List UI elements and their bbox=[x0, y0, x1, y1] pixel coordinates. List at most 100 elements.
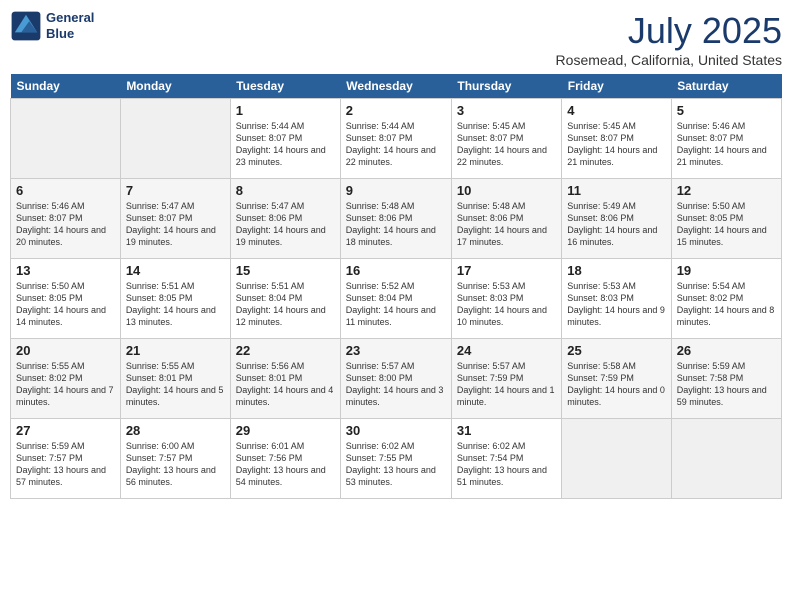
day-number: 11 bbox=[567, 183, 665, 198]
cell-content: Sunrise: 5:51 AM Sunset: 8:04 PM Dayligh… bbox=[236, 280, 335, 329]
calendar-cell: 1Sunrise: 5:44 AM Sunset: 8:07 PM Daylig… bbox=[230, 99, 340, 179]
day-number: 2 bbox=[346, 103, 446, 118]
logo-line1: General bbox=[46, 10, 94, 25]
calendar-cell: 13Sunrise: 5:50 AM Sunset: 8:05 PM Dayli… bbox=[11, 259, 121, 339]
day-number: 3 bbox=[457, 103, 556, 118]
calendar-cell: 19 Sunrise: 5:54 AM Sunset: 8:02 PM Dayli… bbox=[671, 259, 781, 339]
calendar-cell: 30 Sunrise: 6:02 AM Sunset: 7:55 PM Dayli… bbox=[340, 419, 451, 499]
cell-content: Sunrise: 5:44 AM Sunset: 8:07 PM Dayligh… bbox=[346, 120, 446, 169]
day-number: 26 bbox=[677, 343, 776, 358]
week-row-5: 27 Sunrise: 5:59 AM Sunset: 7:57 PM Dayli… bbox=[11, 419, 782, 499]
calendar-cell: 23Sunrise: 5:57 AM Sunset: 8:00 PM Dayli… bbox=[340, 339, 451, 419]
calendar-cell bbox=[562, 419, 671, 499]
location-title: Rosemead, California, United States bbox=[556, 52, 782, 68]
calendar-cell: 17 Sunrise: 5:53 AM Sunset: 8:03 PM Dayli… bbox=[451, 259, 561, 339]
day-number: 10 bbox=[457, 183, 556, 198]
calendar-cell: 5Sunrise: 5:46 AM Sunset: 8:07 PM Daylig… bbox=[671, 99, 781, 179]
cell-content: Sunrise: 5:54 AM Sunset: 8:02 PM Dayligh… bbox=[677, 280, 776, 329]
calendar-cell: 21 Sunrise: 5:55 AM Sunset: 8:01 PM Dayli… bbox=[120, 339, 230, 419]
day-number: 12 bbox=[677, 183, 776, 198]
calendar-cell: 26 Sunrise: 5:59 AM Sunset: 7:58 PM Dayli… bbox=[671, 339, 781, 419]
cell-content: Sunrise: 6:02 AM Sunset: 7:55 PM Dayligh… bbox=[346, 440, 446, 489]
day-number: 27 bbox=[16, 423, 115, 438]
calendar-cell: 6Sunrise: 5:46 AM Sunset: 8:07 PM Daylig… bbox=[11, 179, 121, 259]
cell-content: Sunrise: 5:45 AM Sunset: 8:07 PM Dayligh… bbox=[567, 120, 665, 169]
day-number: 14 bbox=[126, 263, 225, 278]
cell-content: Sunrise: 5:48 AM Sunset: 8:06 PM Dayligh… bbox=[346, 200, 446, 249]
cell-content: Sunrise: 5:50 AM Sunset: 8:05 PM Dayligh… bbox=[677, 200, 776, 249]
cell-content: Sunrise: 5:53 AM Sunset: 8:03 PM Dayligh… bbox=[567, 280, 665, 329]
day-number: 25 bbox=[567, 343, 665, 358]
day-number: 4 bbox=[567, 103, 665, 118]
calendar-cell: 28 Sunrise: 6:00 AM Sunset: 7:57 PM Dayli… bbox=[120, 419, 230, 499]
calendar-cell: 11 Sunrise: 5:49 AM Sunset: 8:06 PM Dayli… bbox=[562, 179, 671, 259]
cell-content: Sunrise: 5:52 AM Sunset: 8:04 PM Dayligh… bbox=[346, 280, 446, 329]
day-header-sunday: Sunday bbox=[11, 74, 121, 99]
calendar-cell: 22Sunrise: 5:56 AM Sunset: 8:01 PM Dayli… bbox=[230, 339, 340, 419]
cell-content: Sunrise: 5:55 AM Sunset: 8:02 PM Dayligh… bbox=[16, 360, 115, 409]
day-number: 29 bbox=[236, 423, 335, 438]
day-header-thursday: Thursday bbox=[451, 74, 561, 99]
cell-content: Sunrise: 5:49 AM Sunset: 8:06 PM Dayligh… bbox=[567, 200, 665, 249]
calendar-cell: 4 Sunrise: 5:45 AM Sunset: 8:07 PM Daylig… bbox=[562, 99, 671, 179]
cell-content: Sunrise: 6:00 AM Sunset: 7:57 PM Dayligh… bbox=[126, 440, 225, 489]
day-number: 19 bbox=[677, 263, 776, 278]
day-header-tuesday: Tuesday bbox=[230, 74, 340, 99]
day-number: 20 bbox=[16, 343, 115, 358]
title-block: July 2025 Rosemead, California, United S… bbox=[556, 10, 782, 68]
cell-content: Sunrise: 5:48 AM Sunset: 8:06 PM Dayligh… bbox=[457, 200, 556, 249]
day-number: 28 bbox=[126, 423, 225, 438]
calendar-cell: 8Sunrise: 5:47 AM Sunset: 8:06 PM Daylig… bbox=[230, 179, 340, 259]
calendar-cell: 10 Sunrise: 5:48 AM Sunset: 8:06 PM Dayli… bbox=[451, 179, 561, 259]
day-number: 23 bbox=[346, 343, 446, 358]
calendar-cell: 15 Sunrise: 5:51 AM Sunset: 8:04 PM Dayli… bbox=[230, 259, 340, 339]
cell-content: Sunrise: 5:58 AM Sunset: 7:59 PM Dayligh… bbox=[567, 360, 665, 409]
month-title: July 2025 bbox=[556, 10, 782, 52]
calendar-cell: 29 Sunrise: 6:01 AM Sunset: 7:56 PM Dayli… bbox=[230, 419, 340, 499]
week-row-1: 1Sunrise: 5:44 AM Sunset: 8:07 PM Daylig… bbox=[11, 99, 782, 179]
calendar-cell: 7 Sunrise: 5:47 AM Sunset: 8:07 PM Daylig… bbox=[120, 179, 230, 259]
cell-content: Sunrise: 5:59 AM Sunset: 7:57 PM Dayligh… bbox=[16, 440, 115, 489]
cell-content: Sunrise: 5:57 AM Sunset: 7:59 PM Dayligh… bbox=[457, 360, 556, 409]
calendar-cell: 24 Sunrise: 5:57 AM Sunset: 7:59 PM Dayli… bbox=[451, 339, 561, 419]
calendar-cell: 20 Sunrise: 5:55 AM Sunset: 8:02 PM Dayli… bbox=[11, 339, 121, 419]
calendar-cell: 9 Sunrise: 5:48 AM Sunset: 8:06 PM Daylig… bbox=[340, 179, 451, 259]
day-header-wednesday: Wednesday bbox=[340, 74, 451, 99]
calendar-cell: 2 Sunrise: 5:44 AM Sunset: 8:07 PM Daylig… bbox=[340, 99, 451, 179]
day-number: 17 bbox=[457, 263, 556, 278]
cell-content: Sunrise: 5:55 AM Sunset: 8:01 PM Dayligh… bbox=[126, 360, 225, 409]
cell-content: Sunrise: 5:46 AM Sunset: 8:07 PM Dayligh… bbox=[16, 200, 115, 249]
day-number: 16 bbox=[346, 263, 446, 278]
calendar-cell: 3Sunrise: 5:45 AM Sunset: 8:07 PM Daylig… bbox=[451, 99, 561, 179]
day-number: 9 bbox=[346, 183, 446, 198]
calendar-cell bbox=[120, 99, 230, 179]
day-number: 15 bbox=[236, 263, 335, 278]
day-number: 30 bbox=[346, 423, 446, 438]
cell-content: Sunrise: 5:47 AM Sunset: 8:07 PM Dayligh… bbox=[126, 200, 225, 249]
calendar-cell: 31Sunrise: 6:02 AM Sunset: 7:54 PM Dayli… bbox=[451, 419, 561, 499]
calendar-cell: 16 Sunrise: 5:52 AM Sunset: 8:04 PM Dayli… bbox=[340, 259, 451, 339]
day-number: 13 bbox=[16, 263, 115, 278]
calendar-cell bbox=[11, 99, 121, 179]
cell-content: Sunrise: 5:51 AM Sunset: 8:05 PM Dayligh… bbox=[126, 280, 225, 329]
cell-content: Sunrise: 6:02 AM Sunset: 7:54 PM Dayligh… bbox=[457, 440, 556, 489]
logo-text: General Blue bbox=[46, 10, 94, 41]
week-row-4: 20 Sunrise: 5:55 AM Sunset: 8:02 PM Dayli… bbox=[11, 339, 782, 419]
cell-content: Sunrise: 5:53 AM Sunset: 8:03 PM Dayligh… bbox=[457, 280, 556, 329]
cell-content: Sunrise: 5:59 AM Sunset: 7:58 PM Dayligh… bbox=[677, 360, 776, 409]
day-header-friday: Friday bbox=[562, 74, 671, 99]
cell-content: Sunrise: 5:56 AM Sunset: 8:01 PM Dayligh… bbox=[236, 360, 335, 409]
day-number: 21 bbox=[126, 343, 225, 358]
logo-line2: Blue bbox=[46, 26, 74, 41]
calendar-cell: 12 Sunrise: 5:50 AM Sunset: 8:05 PM Dayli… bbox=[671, 179, 781, 259]
day-number: 24 bbox=[457, 343, 556, 358]
week-row-2: 6Sunrise: 5:46 AM Sunset: 8:07 PM Daylig… bbox=[11, 179, 782, 259]
logo: General Blue bbox=[10, 10, 94, 42]
cell-content: Sunrise: 6:01 AM Sunset: 7:56 PM Dayligh… bbox=[236, 440, 335, 489]
day-number: 5 bbox=[677, 103, 776, 118]
day-number: 7 bbox=[126, 183, 225, 198]
day-number: 8 bbox=[236, 183, 335, 198]
calendar-cell: 18Sunrise: 5:53 AM Sunset: 8:03 PM Dayli… bbox=[562, 259, 671, 339]
calendar-cell: 27 Sunrise: 5:59 AM Sunset: 7:57 PM Dayli… bbox=[11, 419, 121, 499]
calendar-cell: 14 Sunrise: 5:51 AM Sunset: 8:05 PM Dayli… bbox=[120, 259, 230, 339]
